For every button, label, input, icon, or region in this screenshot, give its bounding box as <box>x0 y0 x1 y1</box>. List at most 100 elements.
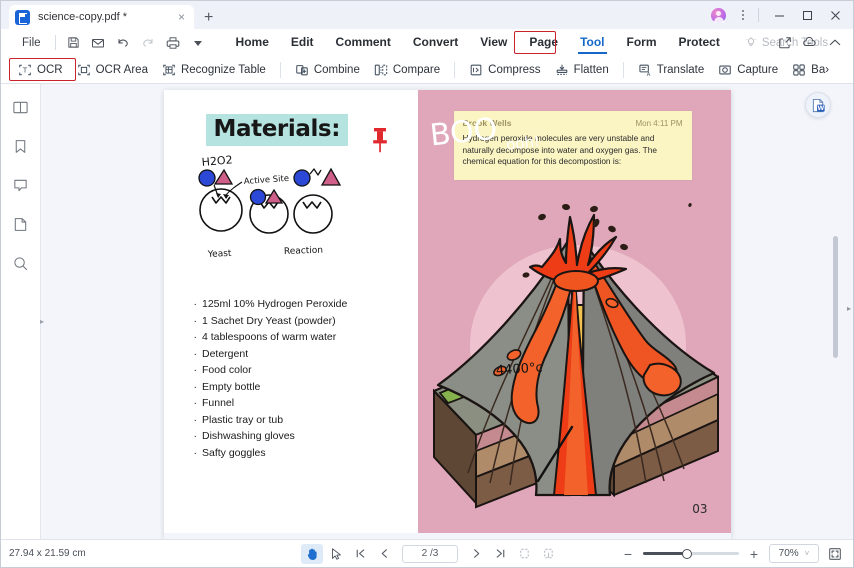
hand-tool-icon[interactable] <box>301 544 323 564</box>
ribbon-ocr-area-button[interactable]: OCR Area <box>70 59 155 81</box>
ribbon-translate-button[interactable]: ATranslate <box>631 59 712 81</box>
material-item: Food color <box>194 362 348 379</box>
menu-tab-home[interactable]: Home <box>225 29 280 56</box>
quick-access-chevron-down-icon[interactable] <box>186 32 211 54</box>
pushpin-icon <box>370 126 390 156</box>
menu-tab-tool[interactable]: Tool <box>569 29 615 56</box>
ribbon-item-label: Compare <box>393 64 440 76</box>
file-menu[interactable]: File <box>13 37 50 49</box>
menu-tab-view[interactable]: View <box>469 29 518 56</box>
flatten-icon <box>555 63 569 77</box>
avatar[interactable] <box>711 8 726 23</box>
ribbon-compare-button[interactable]: Compare <box>367 59 447 81</box>
material-item: Plastic tray or tub <box>194 412 348 429</box>
zoom-level-value: 70% <box>779 548 799 559</box>
menu-tab-page[interactable]: Page <box>518 29 569 56</box>
single-page-view-icon[interactable] <box>513 544 535 564</box>
capture-icon <box>718 63 732 77</box>
cloud-icon[interactable] <box>797 31 822 55</box>
share-icon[interactable] <box>772 31 797 55</box>
ribbon-item-label: Compress <box>488 64 540 76</box>
redo-icon[interactable] <box>136 32 161 54</box>
zoom-level-select[interactable]: 70% ˅ <box>769 544 819 563</box>
note-timestamp: Mon 4:11 PM <box>636 119 683 128</box>
save-icon[interactable] <box>61 32 86 54</box>
prev-page-icon[interactable] <box>373 544 395 564</box>
ribbon-capture-button[interactable]: Capture <box>711 59 785 81</box>
ribbon-item-label: Recognize Table <box>181 64 266 76</box>
expand-right-panel-arrow[interactable]: ▸ <box>847 304 851 313</box>
tab-close-icon[interactable]: × <box>175 11 188 23</box>
convert-to-word-icon[interactable]: W <box>805 92 831 118</box>
svg-text:Yeast: Yeast <box>206 249 232 260</box>
ribbon-ocr-button[interactable]: TOCR <box>11 59 70 81</box>
material-item: 125ml 10% Hydrogen Peroxide <box>194 296 348 313</box>
collapse-ribbon-icon[interactable] <box>822 31 847 55</box>
search-icon[interactable] <box>8 250 34 276</box>
maximize-button[interactable] <box>793 2 821 28</box>
document-canvas[interactable]: Materials: H2O2 Active Site Yeast Reacti… <box>41 84 853 539</box>
menu-tab-edit[interactable]: Edit <box>280 29 325 56</box>
close-button[interactable] <box>821 2 849 28</box>
svg-text:W: W <box>817 105 824 112</box>
more-options-icon[interactable] <box>736 7 750 23</box>
zoom-out-button[interactable]: − <box>619 545 637 563</box>
zoom-in-button[interactable]: + <box>745 545 763 563</box>
page-left[interactable]: Materials: H2O2 Active Site Yeast Reacti… <box>164 90 418 533</box>
zoom-slider-knob[interactable] <box>682 549 692 559</box>
thumbnails-icon[interactable] <box>8 94 34 120</box>
comment-icon[interactable] <box>8 172 34 198</box>
ribbon-compress-button[interactable]: Compress <box>462 59 547 81</box>
chevron-down-icon: ˅ <box>805 549 810 558</box>
new-tab-icon[interactable]: + <box>204 10 213 26</box>
material-item: Empty bottle <box>194 379 348 396</box>
zoom-controls: − + 70% ˅ <box>619 544 845 564</box>
ribbon-item-label: OCR <box>37 64 63 76</box>
menu-tabs: HomeEditCommentConvertViewPageToolFormPr… <box>225 29 731 56</box>
minimize-button[interactable] <box>765 2 793 28</box>
menu-tab-comment[interactable]: Comment <box>325 29 402 56</box>
attachment-icon[interactable] <box>8 211 34 237</box>
document-tab[interactable]: science-copy.pdf * × <box>9 5 194 29</box>
page-number: 03 <box>692 502 707 516</box>
svg-text:Active Site: Active Site <box>243 174 289 187</box>
menu-tab-convert[interactable]: Convert <box>402 29 469 56</box>
divider <box>55 35 56 50</box>
last-page-icon[interactable] <box>489 544 511 564</box>
bookmark-icon[interactable] <box>8 133 34 159</box>
ribbon-recognize-table-button[interactable]: Recognize Table <box>155 59 273 81</box>
menu-tab-form[interactable]: Form <box>616 29 668 56</box>
zoom-slider-fill <box>643 552 685 555</box>
temperature-label: 4400°c <box>495 360 543 378</box>
application-window: science-copy.pdf * × + File <box>0 0 854 568</box>
volcano-illustration <box>418 195 731 533</box>
enzyme-diagram: H2O2 Active Site Yeast Reaction <box>190 152 350 262</box>
ribbon-combine-button[interactable]: Combine <box>288 59 367 81</box>
facing-page-view-icon[interactable] <box>537 544 559 564</box>
page-right[interactable]: Brook Wells Mon 4:11 PM Hydrogen peroxid… <box>418 90 731 533</box>
print-icon[interactable] <box>161 32 186 54</box>
materials-list: 125ml 10% Hydrogen Peroxide1 Sachet Dry … <box>194 296 348 461</box>
zoom-slider[interactable] <box>643 546 739 562</box>
svg-text:H2O2: H2O2 <box>201 153 233 169</box>
ribbon-flatten-button[interactable]: Flatten <box>548 59 616 81</box>
vertical-scrollbar[interactable] <box>829 84 843 539</box>
ribbon-batch-button[interactable]: Ba› <box>785 59 836 81</box>
page-title: Materials: <box>206 114 349 146</box>
menu-right-actions <box>772 29 847 56</box>
page-number-input[interactable]: 2 /3 <box>402 545 458 563</box>
next-page-icon[interactable] <box>465 544 487 564</box>
menu-tab-protect[interactable]: Protect <box>668 29 731 56</box>
select-tool-icon[interactable] <box>325 544 347 564</box>
material-item: Detergent <box>194 346 348 363</box>
first-page-icon[interactable] <box>349 544 371 564</box>
fit-page-icon[interactable] <box>825 544 845 564</box>
scrollbar-thumb[interactable] <box>833 236 838 358</box>
ribbon-item-label: Ba› <box>811 64 829 76</box>
page-navigation: 2 /3 <box>301 544 559 564</box>
email-icon[interactable] <box>86 32 111 54</box>
ribbon-toolbar: TOCROCR Area Recognize Table Combine Compar… <box>1 56 853 84</box>
undo-icon[interactable] <box>111 32 136 54</box>
ribbon-item-label: Capture <box>737 64 778 76</box>
menu-bar: File HomeEditCommentConvertViewPageToolF… <box>1 29 853 56</box>
